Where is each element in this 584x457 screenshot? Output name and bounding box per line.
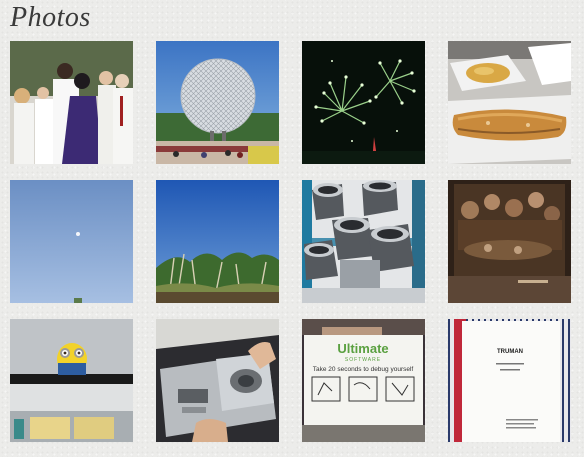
sign-brand: Ultimate bbox=[337, 341, 388, 356]
photo-boombox-image bbox=[156, 319, 279, 442]
sign-message: Take 20 seconds to debug yourself bbox=[313, 366, 414, 373]
photo-group-portrait-image bbox=[10, 41, 133, 164]
page-title: Photos bbox=[10, 2, 91, 33]
photo-script-page[interactable]: TRUMAN bbox=[448, 319, 571, 442]
photo-boombox[interactable] bbox=[156, 319, 279, 442]
photo-fireworks[interactable] bbox=[302, 41, 425, 164]
photo-group-portrait[interactable] bbox=[10, 41, 133, 164]
photo-ultimate-sign[interactable]: Ultimate SOFTWARE Take 20 seconds to deb… bbox=[302, 319, 425, 442]
photo-minion-toy[interactable] bbox=[10, 319, 133, 442]
sign-brand-sub: SOFTWARE bbox=[345, 357, 381, 363]
photo-old-painting-image bbox=[448, 180, 571, 303]
photo-sandwich[interactable] bbox=[448, 41, 571, 164]
photo-spaceship-earth-image bbox=[156, 41, 279, 164]
photo-grid: Ultimate SOFTWARE Take 20 seconds to deb… bbox=[10, 41, 571, 442]
photo-rocket-engines-image bbox=[302, 180, 425, 303]
photo-fireworks-image bbox=[302, 41, 425, 164]
script-title: TRUMAN bbox=[497, 349, 523, 355]
photo-minion-toy-image bbox=[10, 319, 133, 442]
photo-rocket-engines[interactable] bbox=[302, 180, 425, 303]
photo-script-page-image: TRUMAN bbox=[448, 319, 571, 442]
photo-blue-sky-moon[interactable] bbox=[10, 180, 133, 303]
photo-sandwich-image bbox=[448, 41, 571, 164]
photo-old-painting[interactable] bbox=[448, 180, 571, 303]
photo-tall-grass-image bbox=[156, 180, 279, 303]
photo-ultimate-sign-image: Ultimate SOFTWARE Take 20 seconds to deb… bbox=[302, 319, 425, 442]
photo-spaceship-earth[interactable] bbox=[156, 41, 279, 164]
photo-blue-sky-moon-image bbox=[10, 180, 133, 303]
photo-tall-grass[interactable] bbox=[156, 180, 279, 303]
